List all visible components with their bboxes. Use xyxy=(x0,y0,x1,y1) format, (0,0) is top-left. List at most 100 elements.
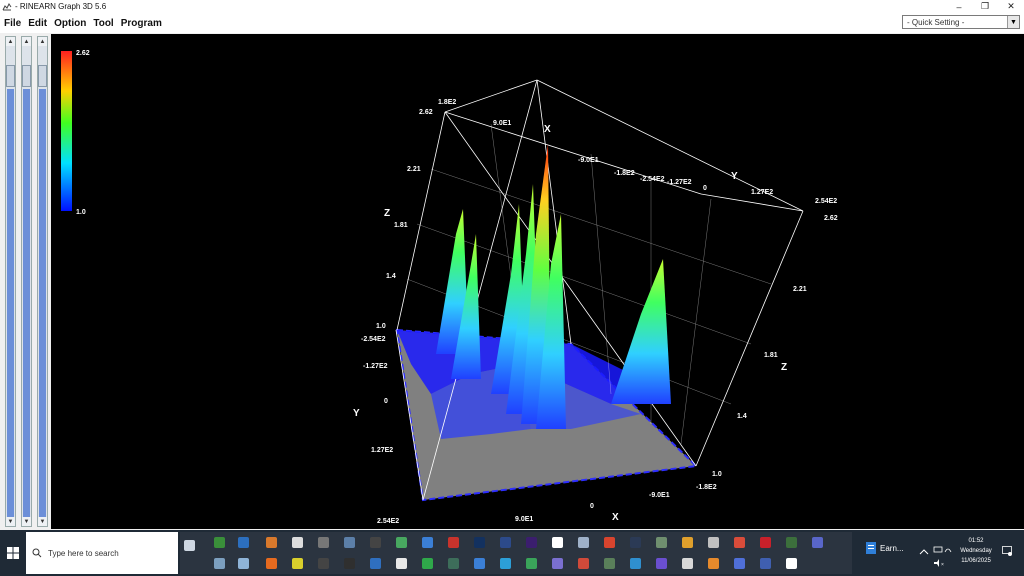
app-icon[interactable] xyxy=(238,537,249,548)
app-icon[interactable] xyxy=(474,558,485,569)
app-icon[interactable] xyxy=(266,537,277,548)
taskbar-clock[interactable]: 01:52 Wednesday 11/06/2025 xyxy=(954,536,998,566)
tick-label: 9.0E1 xyxy=(515,516,533,523)
file-icon[interactable] xyxy=(396,558,407,569)
app-icon[interactable] xyxy=(656,537,667,548)
app-icon[interactable] xyxy=(214,537,225,548)
slider-up-arrow-icon[interactable]: ▲ xyxy=(22,37,31,46)
taskbar-app-button[interactable]: Earn... xyxy=(866,542,904,554)
notification-icon[interactable] xyxy=(1002,546,1012,556)
taskbar-pinned-apps xyxy=(180,532,852,574)
app-icon[interactable] xyxy=(500,558,511,569)
slider-thumb[interactable] xyxy=(22,65,31,87)
tick-label: -9.0E1 xyxy=(649,492,670,499)
app-icon[interactable] xyxy=(448,558,459,569)
app-icon[interactable] xyxy=(318,537,329,548)
menu-edit[interactable]: Edit xyxy=(28,18,47,29)
tick-label: 1.0 xyxy=(712,471,722,478)
slider-up-arrow-icon[interactable]: ▲ xyxy=(6,37,15,46)
app-icon[interactable] xyxy=(708,558,719,569)
slider-down-arrow-icon[interactable]: ▼ xyxy=(22,517,31,526)
slider-fill xyxy=(7,89,14,517)
app-icon[interactable] xyxy=(604,537,615,548)
slider-fill xyxy=(23,89,30,517)
app-icon[interactable] xyxy=(682,537,693,548)
tick-label: -9.0E1 xyxy=(578,157,599,164)
tray-icons[interactable]: × xyxy=(918,538,954,568)
left-slider-panel: ▲ ▼ ▲ ▼ ▲ ▼ xyxy=(0,34,50,529)
premiere-icon[interactable] xyxy=(526,537,537,548)
z-axis-title-right: Z xyxy=(781,362,787,373)
app-icon[interactable] xyxy=(552,558,563,569)
app-icon[interactable] xyxy=(630,558,641,569)
tick-label: -1.8E2 xyxy=(696,484,717,491)
slider-3[interactable]: ▲ ▼ xyxy=(37,36,48,527)
menu-tool[interactable]: Tool xyxy=(93,18,113,29)
title-bar: - RINEARN Graph 3D 5.6 – ❐ ✕ xyxy=(0,0,1024,13)
x-axis-title-front: X xyxy=(612,512,619,523)
acrobat-icon[interactable] xyxy=(760,537,771,548)
app-icon[interactable] xyxy=(214,558,225,569)
slider-down-arrow-icon[interactable]: ▼ xyxy=(38,517,47,526)
restore-button[interactable]: ❐ xyxy=(972,0,998,13)
app-icon[interactable] xyxy=(760,558,771,569)
app-icon[interactable] xyxy=(708,537,719,548)
app-icon[interactable] xyxy=(344,537,355,548)
app-icon[interactable] xyxy=(422,537,433,548)
slider-thumb[interactable] xyxy=(6,65,15,87)
graph-canvas[interactable]: 2.62 1.0 X Y Z Z Y X 1.8E2 2.62 9.0E1 -9… xyxy=(51,34,1024,529)
whatsapp-icon[interactable] xyxy=(422,558,433,569)
close-button[interactable]: ✕ xyxy=(998,0,1024,13)
photoshop-icon[interactable] xyxy=(474,537,485,548)
app-icon[interactable] xyxy=(578,537,589,548)
app-icon[interactable] xyxy=(526,558,537,569)
tick-label: 2.54E2 xyxy=(815,198,837,205)
start-button[interactable] xyxy=(0,530,26,576)
app-icon[interactable] xyxy=(682,558,693,569)
app-icon[interactable] xyxy=(656,558,667,569)
slider-down-arrow-icon[interactable]: ▼ xyxy=(6,517,15,526)
app-icon[interactable] xyxy=(238,558,249,569)
app-icon[interactable] xyxy=(734,537,745,548)
menu-option[interactable]: Option xyxy=(54,18,86,29)
y-axis-title-front: Y xyxy=(353,408,360,419)
tick-label: 1.4 xyxy=(737,413,747,420)
search-placeholder: Type here to search xyxy=(48,548,119,558)
app-icon[interactable] xyxy=(786,537,797,548)
tick-label: -1.8E2 xyxy=(614,170,635,177)
slider-2[interactable]: ▲ ▼ xyxy=(21,36,32,527)
firefox-icon[interactable] xyxy=(266,558,277,569)
wifi-icon xyxy=(944,548,952,553)
task-view-icon[interactable] xyxy=(184,540,195,551)
rinearn-graph-icon[interactable] xyxy=(786,558,797,569)
menu-program[interactable]: Program xyxy=(121,18,162,29)
app-icon[interactable] xyxy=(630,537,641,548)
chevron-down-icon[interactable]: ▼ xyxy=(1007,16,1019,28)
app-icon[interactable] xyxy=(370,558,381,569)
slider-up-arrow-icon[interactable]: ▲ xyxy=(38,37,47,46)
window-title: - RINEARN Graph 3D 5.6 xyxy=(15,2,107,11)
quick-setting-value: - Quick Setting - xyxy=(907,17,965,27)
minimize-button[interactable]: – xyxy=(946,0,972,13)
app-icon[interactable] xyxy=(604,558,615,569)
app-icon[interactable] xyxy=(344,558,355,569)
app-icon[interactable] xyxy=(552,537,563,548)
quick-setting-select[interactable]: - Quick Setting - ▼ xyxy=(902,15,1020,29)
clock-date: 11/06/2025 xyxy=(961,558,991,564)
app-icon[interactable] xyxy=(812,537,823,548)
tick-label: 2.54E2 xyxy=(377,518,399,525)
app-icon[interactable] xyxy=(292,537,303,548)
app-icon[interactable] xyxy=(734,558,745,569)
taskbar-search-box[interactable]: Type here to search xyxy=(26,532,178,574)
app-icon[interactable] xyxy=(292,558,303,569)
slider-1[interactable]: ▲ ▼ xyxy=(5,36,16,527)
app-icon[interactable] xyxy=(578,558,589,569)
app-icon[interactable] xyxy=(318,558,329,569)
app-icon[interactable] xyxy=(370,537,381,548)
menu-file[interactable]: File xyxy=(4,18,21,29)
app-icon[interactable] xyxy=(396,537,407,548)
photoshop-icon[interactable] xyxy=(500,537,511,548)
app-icon[interactable] xyxy=(448,537,459,548)
slider-thumb[interactable] xyxy=(38,65,47,87)
spike xyxy=(611,259,671,404)
